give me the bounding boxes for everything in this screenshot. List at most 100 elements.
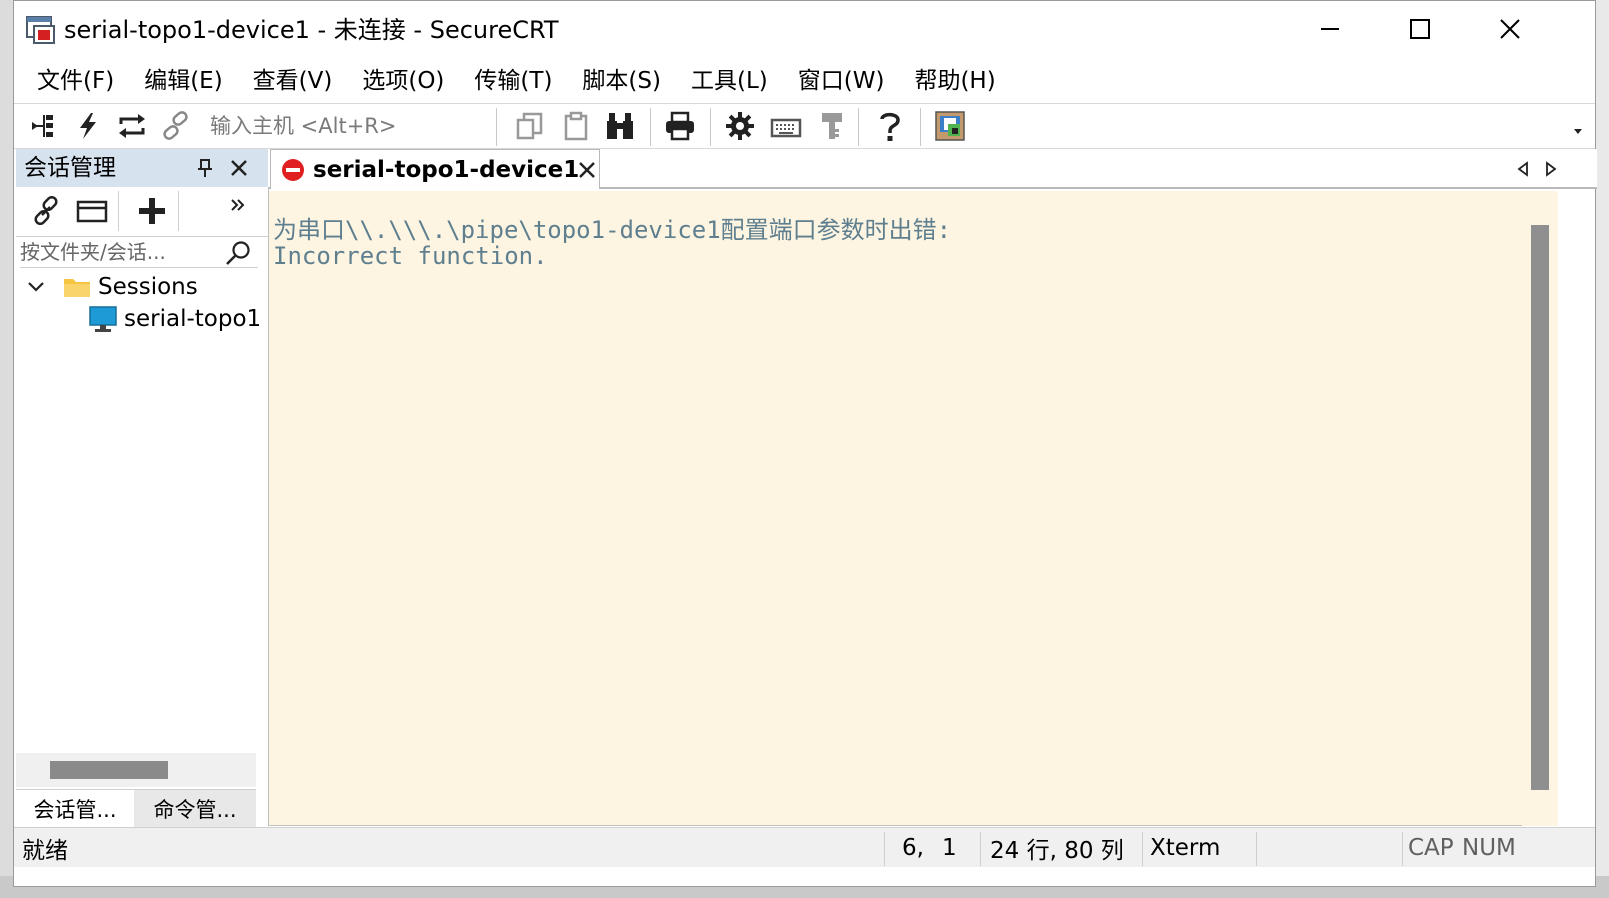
link-icon [34,196,58,226]
menu-edit[interactable]: 编辑(E) [129,61,237,101]
session-filter [20,237,258,268]
menu-help[interactable]: 帮助(H) [899,61,1010,101]
menu-script[interactable]: 脚本(S) [567,61,676,101]
securecrt-app-icon[interactable] [26,15,56,45]
session-manager-header: 会话管理 [16,149,268,187]
status-divider [884,832,885,866]
cursor-row: 6, [902,835,924,861]
status-text: 就绪 [22,838,68,864]
chevron-more-icon[interactable] [218,187,258,223]
status-divider [1256,832,1257,866]
panel-tab-strip: 会话管... 命令管... [16,789,256,827]
new-session-button[interactable] [132,193,172,229]
securecrt-window: serial-topo1-device1 - 未连接 - SecureCRT 文… [13,0,1597,887]
session-tab[interactable]: serial-topo1-device1 [270,149,600,189]
sftp-button[interactable] [932,108,968,144]
menu-tools[interactable]: 工具(L) [676,61,783,101]
tab-scroll-right-icon[interactable] [1544,161,1558,177]
tab-scroll-left-icon[interactable] [1516,161,1530,177]
status-divider [1142,832,1143,866]
session-manager-panel: 会话管理 按文件夹/会话... Sessions serial-topo1 会话… [16,149,269,827]
toolbar-divider [650,108,651,146]
toolbar-divider [858,108,859,146]
scrollbar-thumb[interactable] [50,761,168,779]
panel-toolbar-divider [118,191,119,231]
toolbar-divider [496,108,497,146]
print-button[interactable] [662,108,698,144]
copy-icon [516,112,543,140]
print-icon [666,111,694,141]
tree-horizontal-scrollbar[interactable] [16,753,256,787]
monitor-icon [88,305,118,333]
disconnect-button[interactable] [158,108,194,144]
menu-file[interactable]: 文件(F) [22,61,129,101]
tab-window-icon [76,200,108,223]
minimize-button[interactable] [1300,9,1360,49]
help-button[interactable] [872,108,908,144]
paste-icon [564,111,588,141]
tab-command-manager[interactable]: 命令管... [134,790,256,827]
quick-connect-button[interactable] [70,108,106,144]
quick-connect-icon [80,113,96,139]
tree-folder-row[interactable]: Sessions [24,271,198,303]
keymap-button[interactable] [768,108,804,144]
maximize-button[interactable] [1390,9,1450,49]
window-title: serial-topo1-device1 - 未连接 - SecureCRT [64,16,559,44]
tree-session-row[interactable]: serial-topo1 [88,303,261,335]
key-agent-icon [822,113,842,139]
session-tree: Sessions serial-topo1 [16,269,268,749]
menu-window[interactable]: 窗口(W) [783,61,900,101]
session-manager-toolbar [16,187,268,237]
session-label: serial-topo1 [124,306,262,332]
menu-options[interactable]: 选项(O) [347,61,459,101]
reconnect-button[interactable] [114,108,150,144]
connect-tree-icon [32,115,53,137]
caps-lock-indicator: CAP [1408,835,1454,861]
cursor-column: 1 [942,835,957,861]
sftp-icon [935,111,965,141]
search-icon[interactable] [224,239,252,267]
paste-button[interactable] [558,108,594,144]
close-tab-icon[interactable] [577,160,597,180]
connect-button[interactable] [26,108,62,144]
chevron-down-icon[interactable] [24,275,48,299]
connect-session-button[interactable] [26,193,66,229]
session-options-button[interactable] [722,108,758,144]
status-divider [980,832,981,866]
terminal-view[interactable]: 为串口\\.\\\.\pipe\topo1-device1配置端口参数时出错: … [268,191,1526,826]
terminal-vertical-scrollbar[interactable] [1522,191,1558,826]
menu-view[interactable]: 查看(V) [238,61,348,101]
disconnected-status-icon [281,158,305,182]
find-button[interactable] [602,108,638,144]
status-divider [1402,832,1403,866]
session-tab-strip: serial-topo1-device1 [268,149,1597,189]
toolbar-divider [710,108,711,146]
pin-icon[interactable] [194,157,216,179]
copy-button[interactable] [512,108,548,144]
folder-label: Sessions [98,274,198,300]
panel-toolbar-divider [178,191,179,231]
connect-in-tab-button[interactable] [72,193,112,229]
session-manager-title: 会话管理 [24,155,116,181]
scrollbar-thumb[interactable] [1531,225,1549,790]
title-bar[interactable]: serial-topo1-device1 - 未连接 - SecureCRT [14,1,1595,57]
tab-session-manager[interactable]: 会话管... [16,790,134,827]
terminal-type: Xterm [1150,835,1221,861]
keymap-keyboard-icon [770,118,802,138]
host-input[interactable] [204,109,506,143]
num-lock-indicator: NUM [1462,835,1516,861]
maximize-icon [1410,19,1430,39]
close-panel-icon[interactable] [228,157,250,179]
menu-bar: 文件(F) 编辑(E) 查看(V) 选项(O) 传输(T) 脚本(S) 工具(L… [14,59,1595,103]
toolbar-divider [920,108,921,146]
close-window-button[interactable] [1480,9,1540,49]
toolbar-overflow-icon[interactable] [1571,122,1585,136]
terminal-line: 为串口\\.\\\.\pipe\topo1-device1配置端口参数时出错: [273,216,952,244]
session-filter-input[interactable] [20,237,218,267]
key-agent-button[interactable] [814,108,850,144]
minimize-icon [1321,28,1339,30]
folder-icon [62,275,92,299]
status-bar: 就绪 6, 1 24 行, 80 列 Xterm CAP NUM [14,827,1595,867]
find-binoculars-icon [607,113,633,139]
menu-transfer[interactable]: 传输(T) [459,61,567,101]
